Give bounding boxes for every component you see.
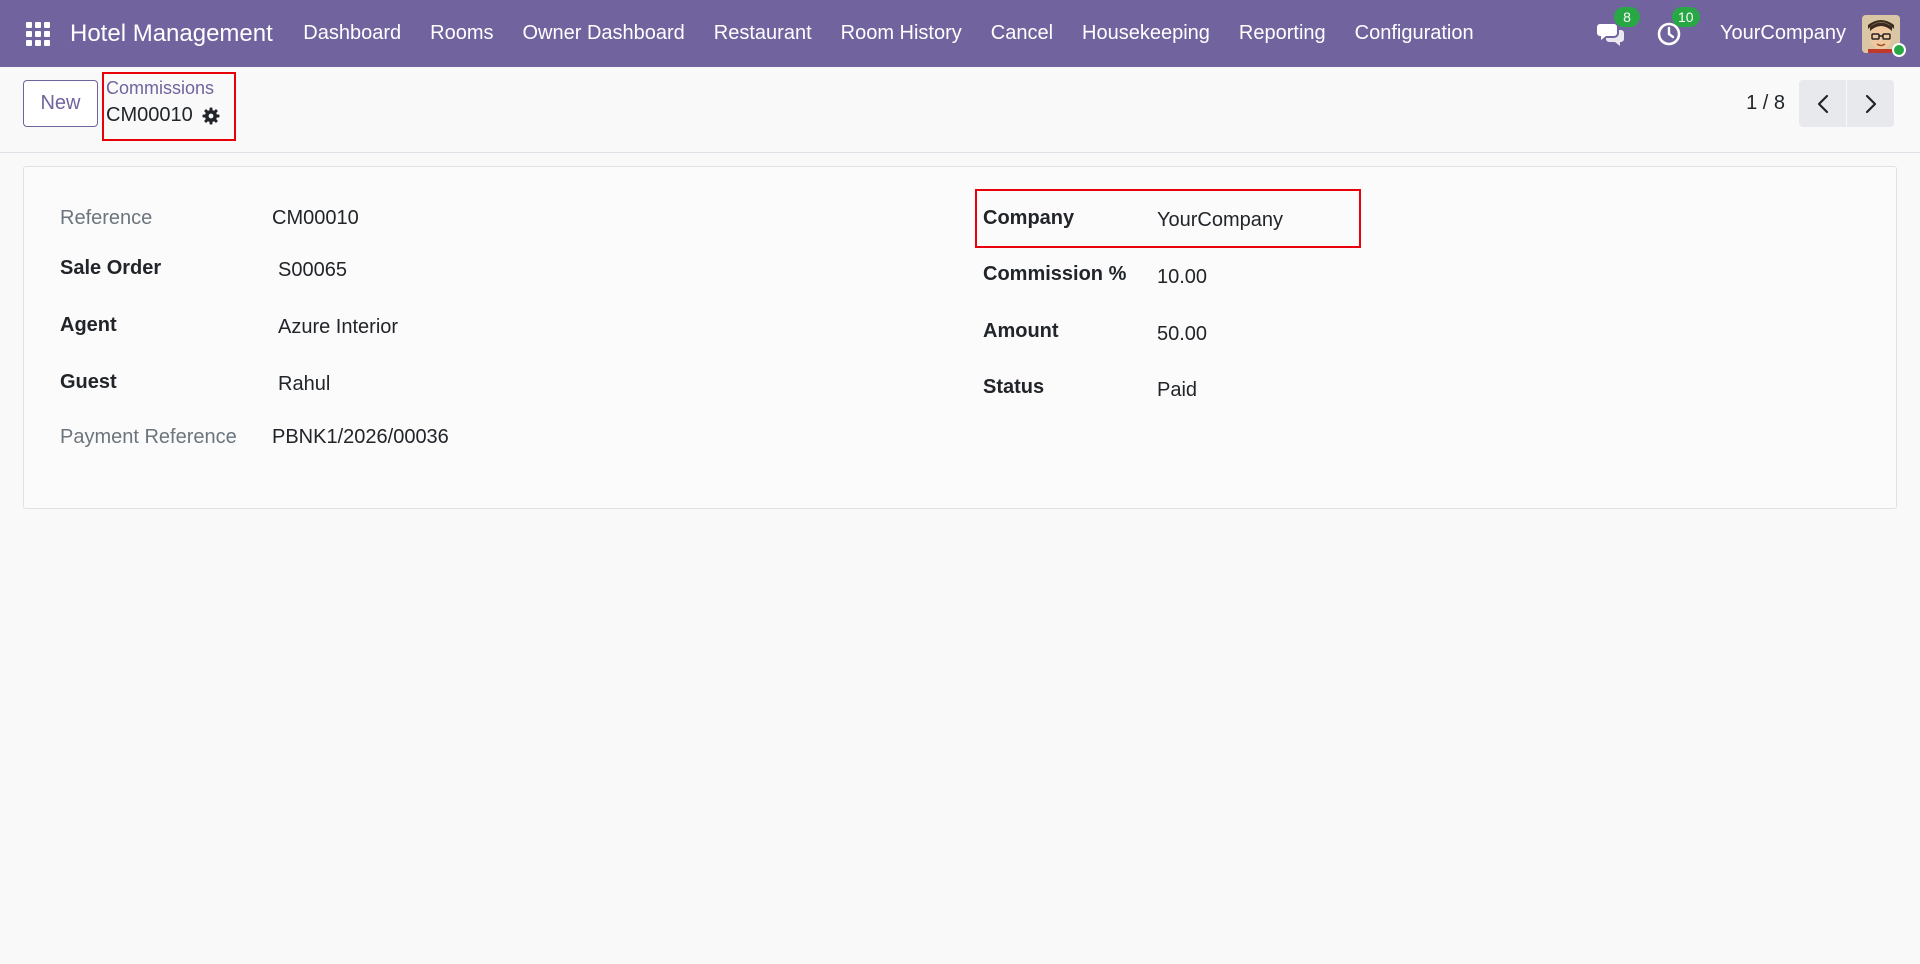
pager-previous-button[interactable] xyxy=(1799,80,1846,127)
commission-percent-label: Commission % xyxy=(983,263,1127,285)
record-name: CM00010 xyxy=(106,104,193,126)
chevron-left-icon xyxy=(1817,94,1828,113)
activities-count-badge: 10 xyxy=(1671,6,1700,27)
menu-item-restaurant[interactable]: Restaurant xyxy=(699,0,826,67)
main-menu: Dashboard Rooms Owner Dashboard Restaura… xyxy=(289,0,1488,67)
guest-label: Guest xyxy=(60,371,117,393)
user-avatar[interactable] xyxy=(1862,14,1906,57)
pager-next-button[interactable] xyxy=(1847,80,1894,127)
company-field[interactable]: YourCompany xyxy=(1157,209,1283,232)
company-switcher[interactable]: YourCompany xyxy=(1720,22,1846,45)
amount-label: Amount xyxy=(983,320,1059,342)
menu-item-configuration[interactable]: Configuration xyxy=(1340,0,1488,67)
systray: 8 10 YourCompany xyxy=(1596,0,1920,67)
pager-value[interactable]: 1 / 8 xyxy=(1746,92,1785,115)
company-label: Company xyxy=(983,207,1075,229)
sale-order-field[interactable]: S00065 xyxy=(278,259,347,282)
payment-reference-value: PBNK1/2026/00036 xyxy=(272,426,449,448)
gear-icon[interactable] xyxy=(202,107,220,125)
menu-item-cancel[interactable]: Cancel xyxy=(976,0,1067,67)
commission-percent-field[interactable]: 10.00 xyxy=(1157,266,1207,289)
guest-field[interactable]: Rahul xyxy=(278,373,330,396)
menu-item-reporting[interactable]: Reporting xyxy=(1224,0,1340,67)
app-title[interactable]: Hotel Management xyxy=(70,20,273,48)
agent-label: Agent xyxy=(60,314,117,336)
menu-item-housekeeping[interactable]: Housekeeping xyxy=(1068,0,1225,67)
messages-count-badge: 8 xyxy=(1613,6,1640,27)
breadcrumb-current-record: CM00010 xyxy=(106,104,220,127)
top-navbar: Hotel Management Dashboard Rooms Owner D… xyxy=(0,0,1920,67)
menu-item-owner-dashboard[interactable]: Owner Dashboard xyxy=(508,0,699,67)
breadcrumb-commissions-link[interactable]: Commissions xyxy=(106,78,214,99)
menu-item-room-history[interactable]: Room History xyxy=(826,0,976,67)
apps-menu-icon[interactable] xyxy=(26,21,50,46)
menu-item-dashboard[interactable]: Dashboard xyxy=(289,0,416,67)
menu-item-rooms[interactable]: Rooms xyxy=(416,0,508,67)
online-status-dot xyxy=(1892,42,1906,57)
agent-field[interactable]: Azure Interior xyxy=(278,316,398,339)
status-field[interactable]: Paid xyxy=(1157,379,1197,402)
activities-button[interactable]: 10 xyxy=(1654,6,1700,49)
pager: 1 / 8 xyxy=(1746,80,1894,127)
new-button[interactable]: New xyxy=(23,80,98,127)
reference-value: CM00010 xyxy=(272,207,359,229)
messages-button[interactable]: 8 xyxy=(1596,6,1640,49)
control-panel: New Commissions CM00010 1 / 8 xyxy=(0,67,1920,153)
payment-reference-label: Payment Reference xyxy=(60,426,237,448)
chevron-right-icon xyxy=(1865,94,1876,113)
reference-label: Reference xyxy=(60,207,153,229)
breadcrumb: Commissions CM00010 xyxy=(102,72,236,141)
amount-field[interactable]: 50.00 xyxy=(1157,323,1207,346)
commission-form-sheet: Reference CM00010 Sale Order S00065 Agen… xyxy=(23,166,1897,509)
status-label: Status xyxy=(983,376,1045,398)
sale-order-label: Sale Order xyxy=(60,257,162,279)
